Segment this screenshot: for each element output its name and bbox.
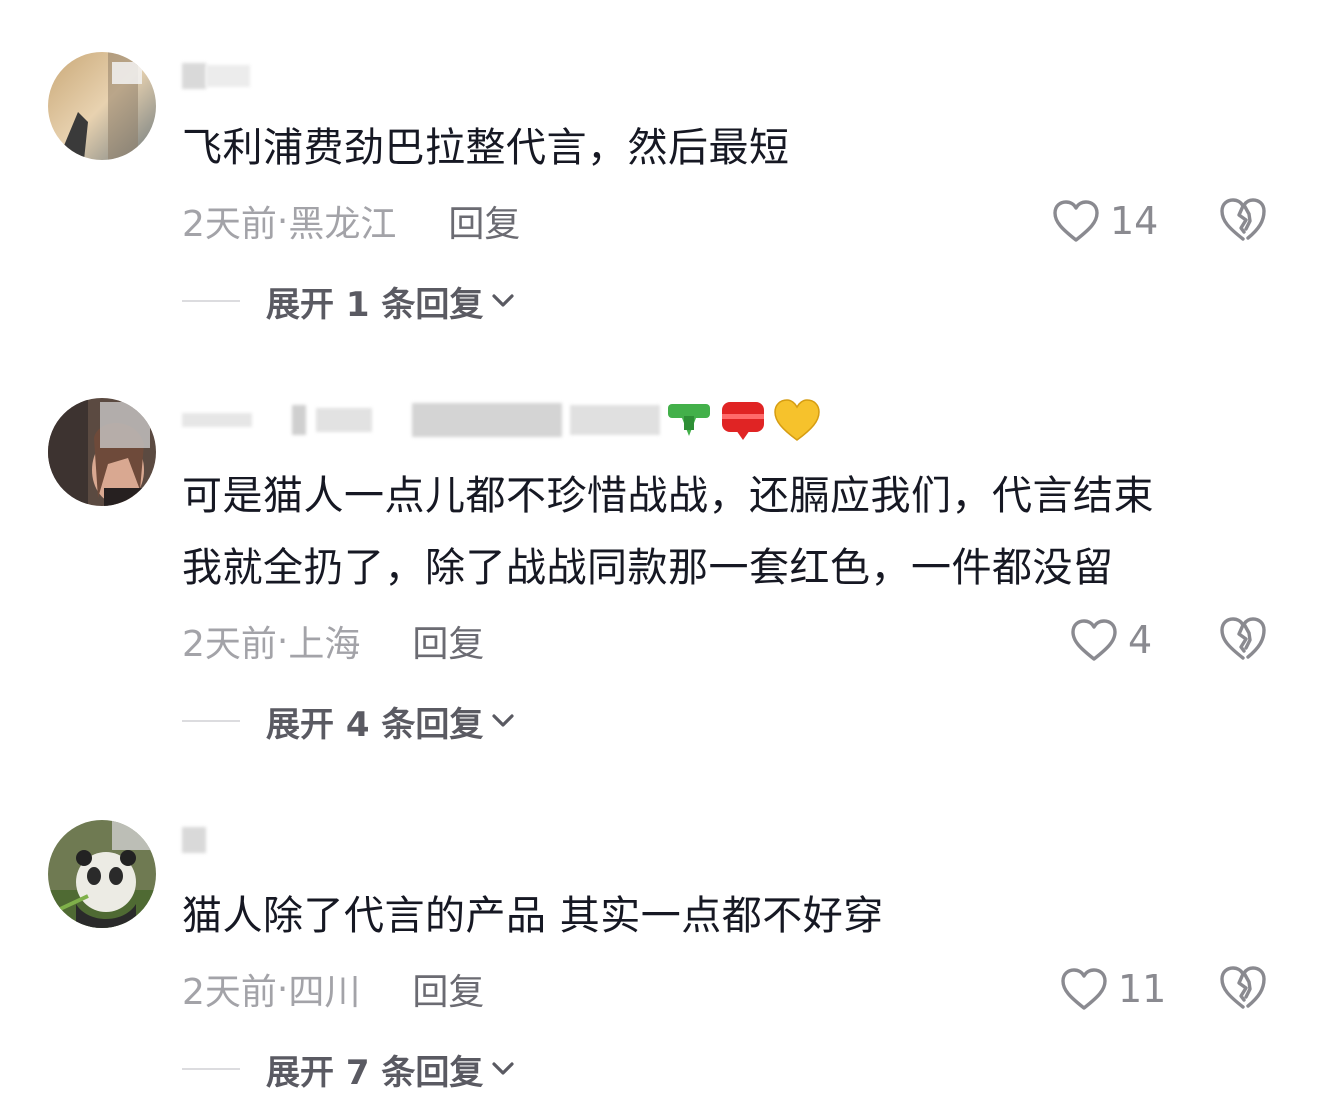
expand-replies-button[interactable]: 展开 7 条回复 <box>182 1044 515 1094</box>
dislike-button[interactable] <box>1218 964 1268 1014</box>
comment-text: 猫人除了代言的产品 其实一点都不好穿 <box>182 893 884 939</box>
heart-outline-icon <box>1061 968 1107 1010</box>
avatar[interactable] <box>48 820 156 928</box>
meta-separator: · <box>276 968 289 1010</box>
username[interactable] <box>182 822 206 858</box>
reply-button[interactable]: 回复 <box>412 963 484 1015</box>
comment-item: 猫人除了代言的产品 其实一点都不好穿 2天前 · 四川 回复 11 展开 7 条… <box>0 0 1320 1114</box>
expand-label: 展开 7 条回复 <box>266 1052 484 1093</box>
comment-meta: 2天前 · 四川 回复 <box>182 964 484 1014</box>
like-button[interactable]: 11 <box>1060 961 1166 1017</box>
comment-time: 2天前 <box>182 972 277 1013</box>
chevron-down-icon <box>492 1062 514 1075</box>
broken-heart-icon <box>1220 966 1266 1009</box>
divider <box>182 1068 240 1070</box>
like-count: 11 <box>1118 967 1167 1011</box>
comment-location: 四川 <box>288 972 361 1013</box>
